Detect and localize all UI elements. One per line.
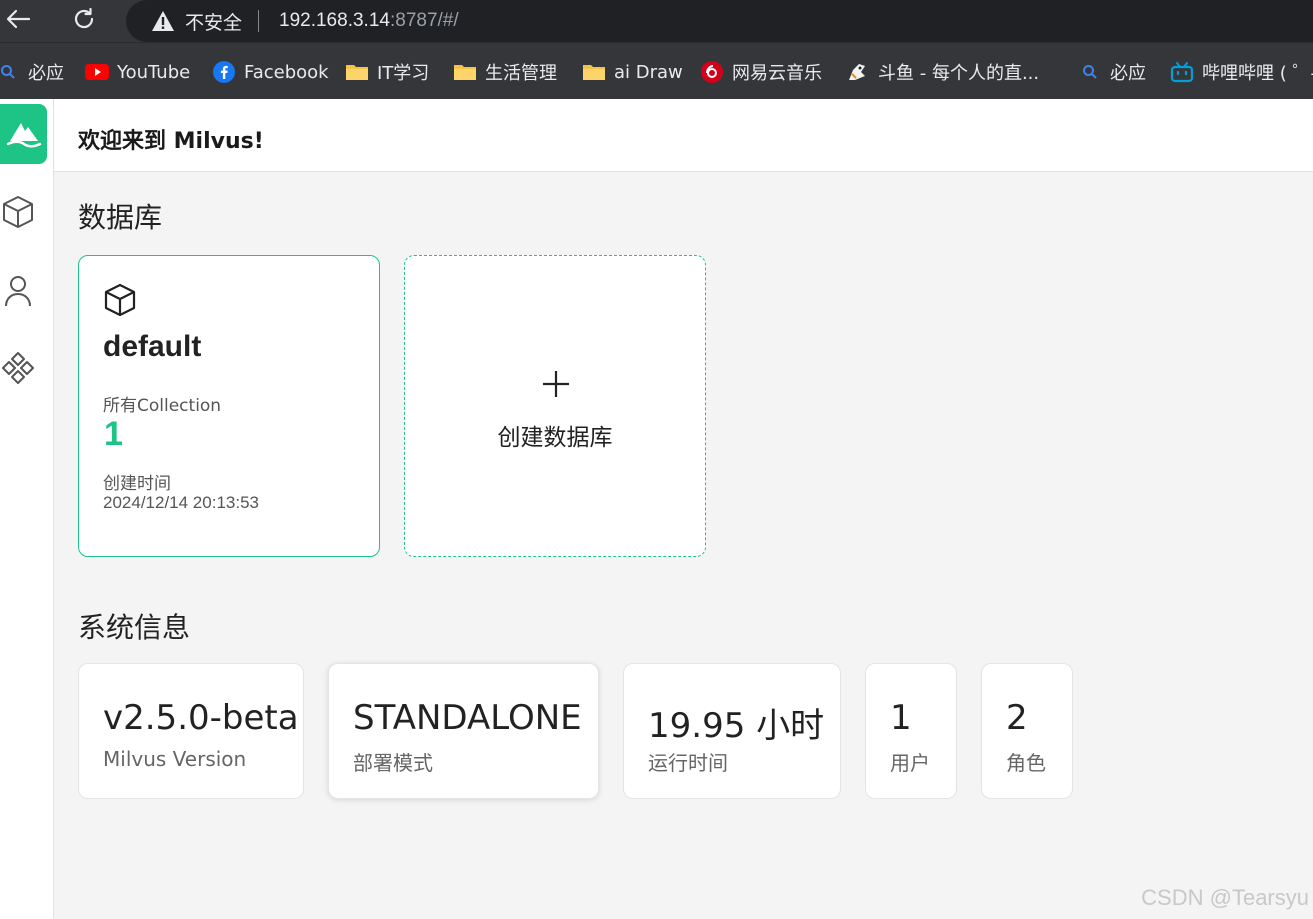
folder-icon	[345, 60, 369, 84]
netease-music-icon	[700, 60, 724, 84]
folder-icon	[453, 60, 477, 84]
bookmark-label: IT学习	[377, 63, 430, 84]
bookmark-label: 网易云音乐	[732, 63, 822, 84]
info-card-version: v2.5.0-beta Milvus Version	[78, 663, 304, 799]
create-database-label: 创建数据库	[497, 425, 613, 451]
bookmark-bilibili[interactable]: 哔哩哔哩 ( ゜-	[1170, 59, 1313, 85]
bookmark-bing[interactable]: 必应	[0, 59, 64, 85]
info-label: 运行时间	[648, 751, 728, 775]
page-header: 欢迎来到 Milvus!	[54, 99, 1313, 172]
database-card-default[interactable]: default 所有Collection 1 创建时间 2024/12/14 2…	[78, 255, 380, 557]
info-label: 用户	[890, 751, 930, 775]
url-text[interactable]: 192.168.3.14:8787/#/	[279, 10, 459, 32]
info-label: 部署模式	[353, 751, 433, 775]
collections-count: 1	[104, 415, 123, 453]
bookmark-label: YouTube	[117, 61, 191, 83]
info-value: 1	[890, 698, 912, 738]
system-info-section-title: 系统信息	[78, 611, 191, 644]
divider	[258, 10, 260, 32]
create-database-card[interactable]: 创建数据库	[404, 255, 706, 557]
address-bar[interactable]: 不安全 192.168.3.14:8787/#/	[126, 0, 1313, 42]
bookmark-douyu[interactable]: 斗鱼 - 每个人的直...	[846, 59, 1039, 85]
side-rail	[0, 99, 54, 919]
reload-icon[interactable]	[68, 4, 100, 34]
created-datetime: 2024/12/14 20:13:53	[103, 493, 259, 512]
user-icon[interactable]	[0, 271, 36, 311]
bookmark-label: 生活管理	[485, 63, 557, 84]
info-card-roles: 2 角色	[981, 663, 1073, 799]
douyu-icon	[846, 60, 870, 84]
insecure-label: 不安全	[185, 11, 243, 34]
bookmark-youtube[interactable]: YouTube	[85, 59, 190, 85]
info-card-users: 1 用户	[865, 663, 957, 799]
bookmarks-bar: 必应 YouTube Facebook IT学习 生活管理 ai Draw 网易…	[0, 42, 1313, 99]
bookmark-label: ai Draw	[614, 61, 683, 83]
bookmark-netease-music[interactable]: 网易云音乐	[700, 59, 822, 85]
warning-icon[interactable]	[150, 8, 176, 34]
plus-icon	[542, 370, 570, 403]
info-value: v2.5.0-beta	[103, 698, 299, 738]
bookmark-bing-2[interactable]: 必应	[1078, 59, 1146, 85]
info-label: Milvus Version	[103, 747, 247, 771]
collections-label: 所有Collection	[103, 396, 222, 416]
url-rest: :8787/#/	[389, 10, 459, 31]
bookmark-facebook[interactable]: Facebook	[212, 59, 329, 85]
back-arrow-icon[interactable]	[2, 4, 34, 34]
created-label: 创建时间	[103, 474, 171, 494]
database-cube-icon	[103, 282, 137, 323]
bookmark-label: 必应	[1110, 63, 1146, 84]
browser-toolbar: 不安全 192.168.3.14:8787/#/	[0, 0, 1313, 42]
search-icon	[0, 60, 20, 84]
bookmark-label: 必应	[28, 63, 64, 84]
milvus-logo-icon[interactable]	[0, 104, 47, 164]
database-name: default	[103, 330, 202, 363]
plugins-diamond-icon[interactable]	[0, 349, 36, 389]
url-host: 192.168.3.14	[279, 10, 390, 31]
watermark: CSDN @Tearsyu	[1141, 885, 1309, 910]
youtube-icon	[85, 60, 109, 84]
bookmark-folder-ai-draw[interactable]: ai Draw	[582, 59, 683, 85]
database-cube-icon[interactable]	[0, 192, 36, 232]
info-value: STANDALONE	[353, 698, 582, 738]
bookmark-label: 斗鱼 - 每个人的直...	[878, 63, 1040, 84]
bookmark-label: 哔哩哔哩 ( ゜-	[1202, 63, 1313, 84]
info-label: 角色	[1006, 751, 1046, 775]
facebook-icon	[212, 60, 236, 84]
info-value: 19.95 小时	[648, 706, 825, 746]
databases-section-title: 数据库	[78, 201, 163, 234]
info-value: 2	[1006, 698, 1028, 738]
bilibili-icon	[1170, 60, 1194, 84]
bookmark-folder-it[interactable]: IT学习	[345, 59, 429, 85]
bookmark-folder-life[interactable]: 生活管理	[453, 59, 557, 85]
info-card-deploy-mode: STANDALONE 部署模式	[328, 663, 599, 799]
bookmark-label: Facebook	[244, 61, 329, 83]
info-card-uptime: 19.95 小时 运行时间	[623, 663, 841, 799]
folder-icon	[582, 60, 606, 84]
welcome-title: 欢迎来到 Milvus!	[78, 129, 264, 154]
search-icon	[1078, 60, 1102, 84]
